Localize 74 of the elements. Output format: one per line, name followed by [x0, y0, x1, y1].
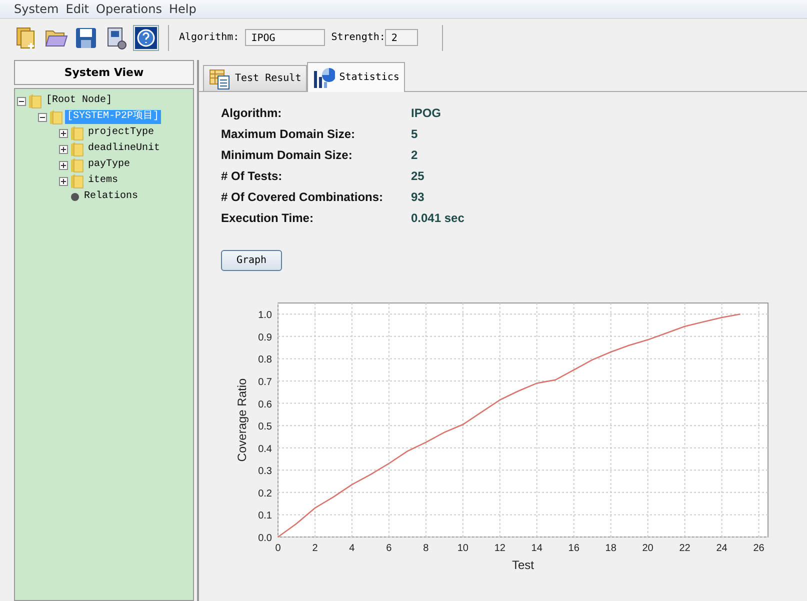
x-tick-label: 4 [349, 543, 355, 554]
algorithm-field[interactable]: IPOG [245, 29, 326, 46]
tab[interactable]: Test Result [203, 65, 308, 91]
y-tick-label: 0.9 [258, 332, 272, 344]
tab[interactable]: Statistics [307, 62, 406, 92]
y-tick-label: 1.0 [258, 310, 272, 322]
menu-item[interactable]: Edit [66, 2, 89, 16]
tree-item[interactable]: deadlineUnit [86, 142, 162, 156]
expand-icon[interactable] [59, 160, 68, 170]
strength-label: Strength: [331, 32, 386, 43]
x-tick-label: 22 [679, 543, 690, 554]
y-tick-label: 0.4 [258, 444, 272, 455]
y-tick-label: 0.1 [258, 510, 272, 522]
y-tick-label: 0.6 [258, 399, 272, 410]
folder-icon [49, 109, 63, 125]
x-tick-label: 0 [275, 543, 281, 554]
stat-label: Minimum Domain Size: [221, 148, 354, 164]
x-tick-label: 24 [716, 543, 728, 554]
stat-label: # Of Covered Combinations: [221, 190, 384, 206]
x-tick-label: 12 [494, 543, 506, 554]
chart-icon [313, 66, 336, 88]
stat-label: # Of Tests: [221, 169, 284, 185]
tree-item[interactable]: projectType [86, 126, 156, 140]
folder-icon [28, 93, 42, 109]
expand-icon[interactable] [59, 176, 68, 186]
stat-value: 0.041 sec [411, 211, 466, 227]
stat-value: 2 [411, 148, 419, 164]
node-dot-icon [70, 192, 80, 202]
collapse-icon[interactable] [17, 96, 26, 106]
folder-icon [70, 157, 84, 173]
strength-field[interactable]: 2 [385, 29, 418, 46]
x-tick-label: 8 [423, 543, 429, 554]
x-tick-label: 6 [386, 543, 392, 554]
expand-icon[interactable] [59, 144, 68, 154]
menu-item[interactable]: System [14, 2, 59, 16]
algorithm-label: Algorithm: [179, 32, 240, 43]
x-tick-label: 26 [753, 543, 764, 554]
folder-icon [70, 125, 84, 141]
table-icon [209, 68, 231, 90]
stat-label: Maximum Domain Size: [221, 127, 356, 143]
tree-item[interactable]: items [86, 174, 120, 188]
expand-icon[interactable] [59, 128, 68, 138]
y-tick-label: 0.5 [258, 422, 272, 433]
x-tick-label: 2 [312, 543, 318, 554]
x-tick-label: 16 [568, 543, 580, 554]
x-tick-label: 18 [605, 543, 616, 554]
y-tick-label: 0.0 [258, 533, 272, 544]
y-tick-label: 0.8 [258, 354, 272, 366]
panel-title: System View [14, 60, 194, 85]
collapse-icon[interactable] [38, 112, 47, 122]
x-tick-label: 10 [457, 543, 468, 554]
save-icon[interactable] [74, 26, 98, 50]
folder-icon [70, 141, 84, 157]
stat-label: Execution Time: [221, 211, 314, 227]
tree-item[interactable]: Relations [82, 190, 140, 204]
x-tick-label: 14 [531, 543, 542, 554]
stat-value: 25 [411, 169, 426, 185]
tree-item[interactable]: [Root Node] [44, 94, 114, 108]
stat-label: Algorithm: [221, 106, 283, 122]
y-tick-label: 0.3 [258, 466, 272, 478]
help-icon[interactable] [134, 26, 158, 50]
y-axis-title: Coverage Ratio [235, 378, 249, 462]
y-tick-label: 0.7 [258, 377, 272, 388]
y-tick-label: 0.2 [258, 488, 272, 500]
x-tick-label: 20 [642, 543, 654, 554]
menu-item[interactable]: Help [168, 2, 196, 16]
tree-item[interactable]: payType [86, 158, 132, 172]
stat-value: 93 [411, 190, 426, 206]
graph-button[interactable]: Graph [221, 250, 282, 271]
folder-icon [70, 173, 84, 189]
x-axis-title: Test [512, 558, 534, 572]
stat-value: IPOG [411, 106, 442, 122]
menu-item[interactable]: Operations [96, 2, 162, 16]
stat-value: 5 [411, 127, 419, 143]
